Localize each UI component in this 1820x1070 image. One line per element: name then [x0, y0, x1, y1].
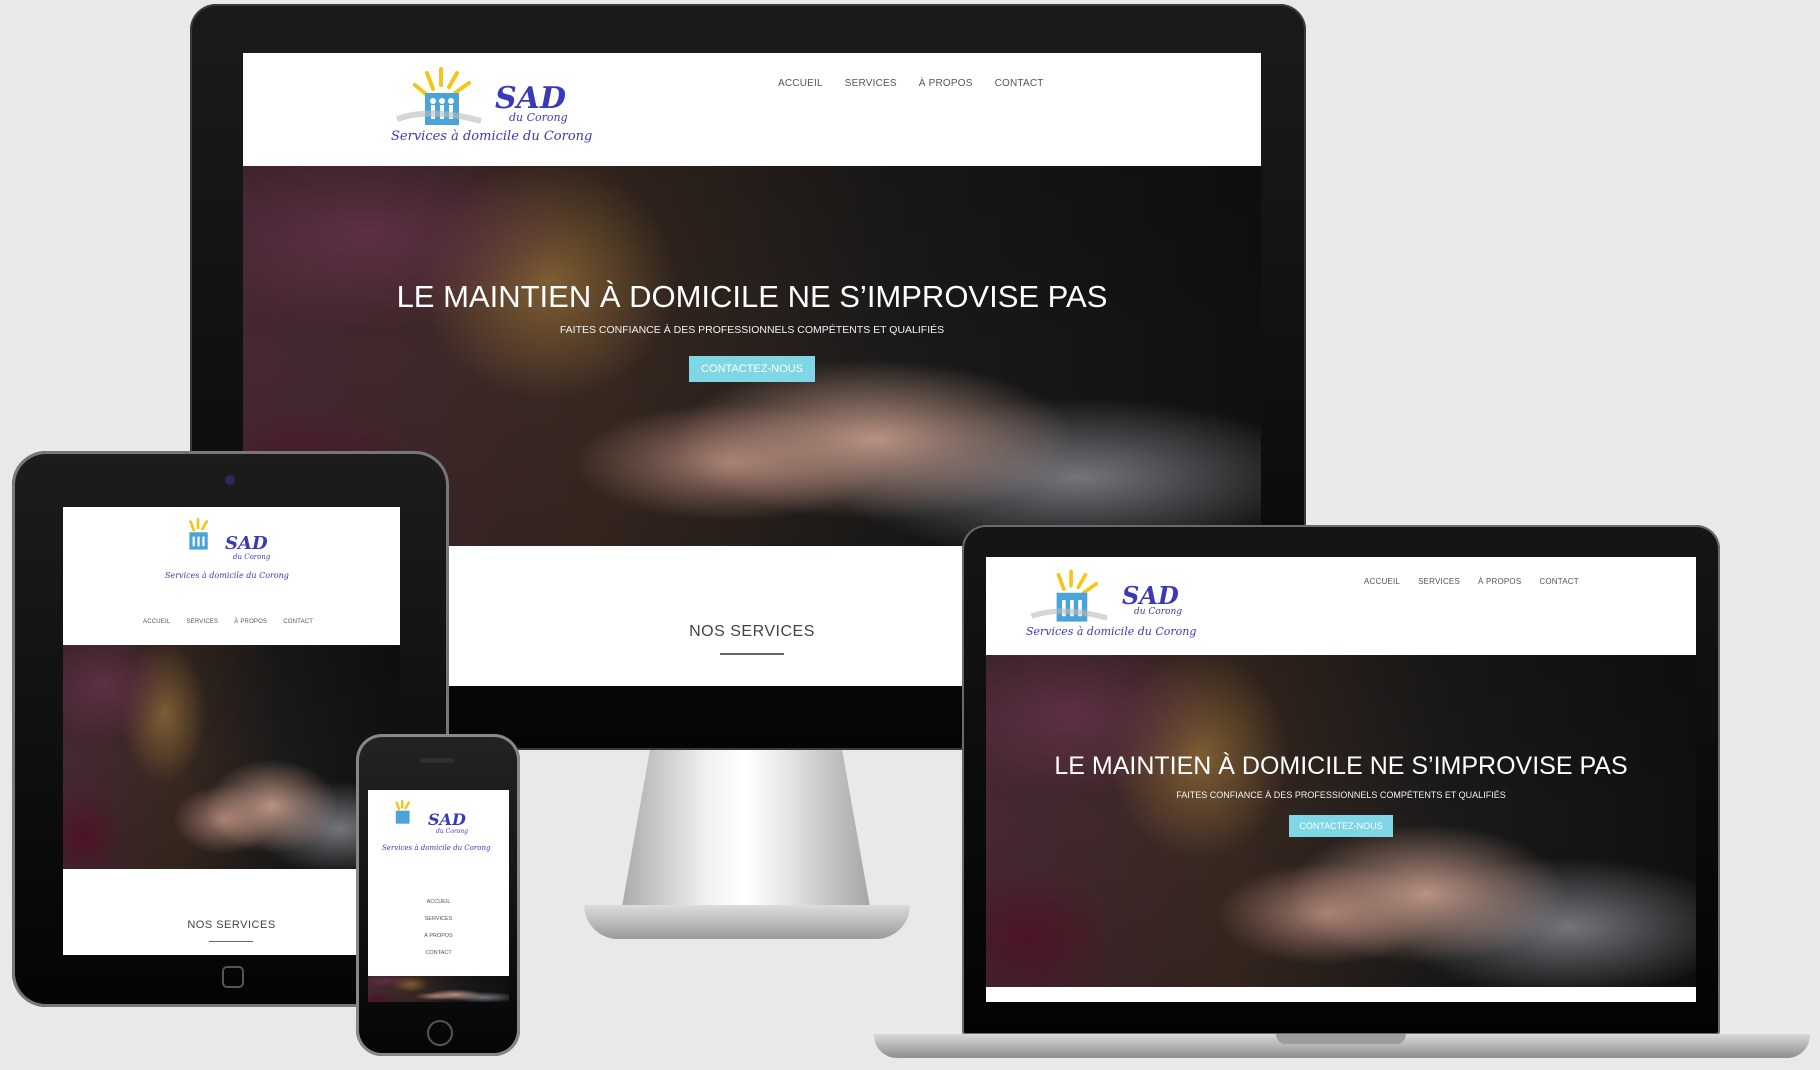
hero-banner: LE MAINTIEN À DOMICILE NE S’IMPROVISE PA… [986, 655, 1696, 987]
laptop-screen: SAD du Corong Services à domicile du Cor… [986, 557, 1696, 1002]
site-logo[interactable]: SAD du Corong Services à domicile du Cor… [391, 67, 613, 155]
logo-tagline: Services à domicile du Corong [382, 844, 491, 852]
nav-item-contact[interactable]: CONTACT [1539, 577, 1578, 586]
site-header: SAD du Corong Services à domicile du Cor… [986, 557, 1696, 655]
nav-item-services[interactable]: SERVICES [845, 78, 897, 89]
contact-cta-button[interactable]: CONTACTEZ-NOUS [1289, 815, 1393, 837]
laptop-notch [1276, 1034, 1406, 1044]
nav-item-services[interactable]: SERVICES [368, 911, 509, 928]
nav-item-accueil[interactable]: ACCUEIL [143, 619, 170, 625]
nav-item-accueil[interactable]: ACCUEIL [778, 78, 823, 89]
nav-item-contact[interactable]: CONTACT [368, 945, 509, 962]
site-logo[interactable]: SAD du Corong Services à domicile du Cor… [165, 517, 291, 597]
tablet-camera [225, 475, 235, 485]
nav-item-a-propos[interactable]: À PROPOS [234, 619, 267, 625]
logo-tagline: Services à domicile du Corong [391, 129, 593, 144]
section-title: NOS SERVICES [187, 919, 276, 931]
logo-tagline: Services à domicile du Corong [165, 571, 289, 580]
mobile-nav: ACCUEIL SERVICES À PROPOS CONTACT [368, 894, 509, 962]
logo-subtitle: du Corong [509, 111, 568, 124]
site-header: SAD du Corong Services à domicile du Cor… [63, 507, 400, 645]
nav-item-a-propos[interactable]: À PROPOS [1478, 577, 1521, 586]
logo-tagline: Services à domicile du Corong [1026, 625, 1197, 638]
logo-subtitle: du Corong [1134, 607, 1183, 617]
phone-home-button [427, 1020, 453, 1046]
hero-banner [63, 645, 400, 869]
contact-cta-button[interactable]: CONTACTEZ-NOUS [689, 356, 815, 382]
monitor-foot [584, 905, 910, 939]
logo-title: SAD [1122, 581, 1179, 610]
nav-item-accueil[interactable]: ACCUEIL [1364, 577, 1400, 586]
hero-title: LE MAINTIEN À DOMICILE NE S’IMPROVISE PA… [1054, 752, 1628, 780]
hero-banner [368, 976, 509, 1002]
site-logo[interactable]: SAD du Corong Services à domicile du Cor… [1026, 569, 1226, 649]
main-nav: ACCUEIL SERVICES À PROPOS CONTACT [778, 78, 1044, 89]
logo-title: SAD [428, 810, 466, 829]
logo-subtitle: du Corong [233, 553, 271, 561]
logo-subtitle: du Corong [436, 828, 469, 835]
nav-item-services[interactable]: SERVICES [186, 619, 218, 625]
nav-item-a-propos[interactable]: À PROPOS [919, 78, 973, 89]
phone-screen: SAD du Corong Services à domicile du Cor… [368, 790, 509, 1002]
site-header: SAD du Corong Services à domicile du Cor… [243, 53, 1261, 166]
nav-item-accueil[interactable]: ACCUEIL [368, 894, 509, 911]
nav-item-contact[interactable]: CONTACT [995, 78, 1044, 89]
hero-subtitle: FAITES CONFIANCE À DES PROFESSIONNELS CO… [559, 324, 945, 336]
phone-speaker [420, 758, 454, 763]
nav-item-services[interactable]: SERVICES [1418, 577, 1460, 586]
tablet-home-button [222, 966, 244, 988]
main-nav: ACCUEIL SERVICES À PROPOS CONTACT [143, 619, 313, 625]
logo-title: SAD [225, 533, 268, 554]
hero-subtitle: FAITES CONFIANCE À DES PROFESSIONNELS CO… [1176, 790, 1506, 800]
site-logo[interactable]: SAD du Corong Services à domicile du Cor… [382, 798, 498, 868]
tablet-screen: SAD du Corong Services à domicile du Cor… [63, 507, 400, 955]
monitor-stand [620, 748, 872, 918]
section-divider [209, 941, 253, 942]
hero-title: LE MAINTIEN À DOMICILE NE S’IMPROVISE PA… [396, 279, 1108, 314]
section-divider [720, 653, 784, 655]
nav-item-contact[interactable]: CONTACT [283, 619, 313, 625]
nav-item-a-propos[interactable]: À PROPOS [368, 928, 509, 945]
main-nav: ACCUEIL SERVICES À PROPOS CONTACT [1364, 577, 1579, 586]
